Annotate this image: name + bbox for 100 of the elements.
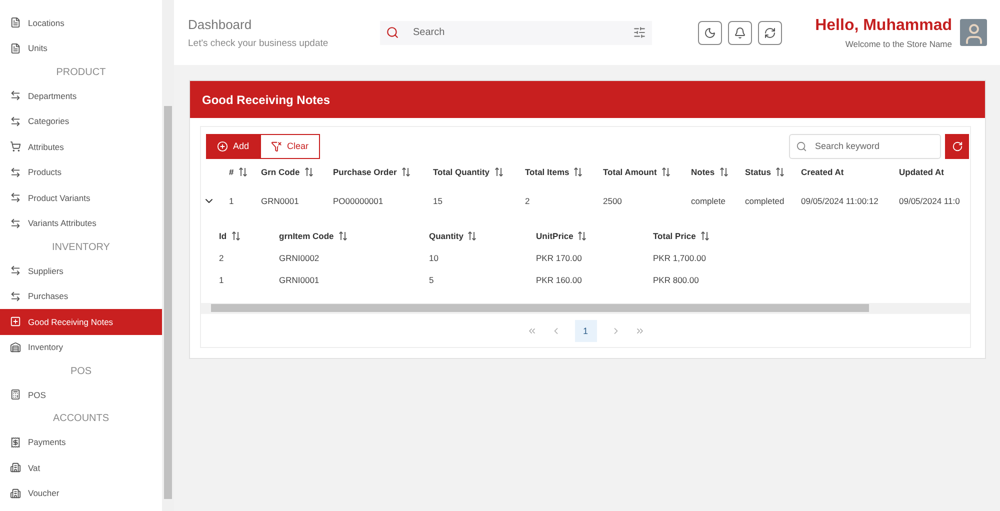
swap-arrows-icon bbox=[10, 90, 21, 102]
sort-icon[interactable] bbox=[467, 231, 478, 241]
sort-icon[interactable] bbox=[718, 167, 729, 177]
sidebar-item[interactable]: Good Receiving Notes bbox=[0, 309, 162, 334]
table-cell-text: PKR 1,700.00 bbox=[653, 253, 707, 263]
swap-arrows-icon bbox=[10, 166, 21, 178]
warehouse-icon bbox=[10, 342, 21, 353]
sidebar-item[interactable]: Units bbox=[0, 36, 162, 61]
plus-circle-icon bbox=[217, 140, 228, 152]
column-header: Total Items bbox=[525, 167, 570, 177]
sort-icon[interactable] bbox=[338, 231, 348, 241]
sidebar-item[interactable]: Locations bbox=[0, 10, 162, 36]
notifications-button[interactable] bbox=[728, 20, 752, 44]
sort-icon[interactable] bbox=[577, 231, 588, 241]
page-subtitle: Let's check your business update bbox=[188, 38, 330, 48]
column-header: Total Amount bbox=[603, 167, 657, 177]
sidebar-item-label: Locations bbox=[28, 18, 64, 28]
refresh-button[interactable] bbox=[758, 20, 782, 44]
sidebar-item-label: Suppliers bbox=[28, 266, 64, 276]
building-icon bbox=[10, 488, 21, 499]
sort-icon[interactable] bbox=[238, 167, 248, 177]
reload-button[interactable] bbox=[945, 134, 969, 158]
table-cell-text: PKR 800.00 bbox=[653, 275, 700, 285]
table-cell-text: 1 bbox=[229, 196, 235, 206]
sort-icon[interactable] bbox=[573, 167, 584, 177]
column-header: Total Price bbox=[653, 231, 696, 241]
sort-icon[interactable] bbox=[494, 167, 504, 177]
column-header: UnitPrice bbox=[536, 231, 574, 241]
sidebar-item[interactable]: Vat bbox=[0, 455, 162, 480]
search-input[interactable]: Search bbox=[411, 26, 621, 39]
sidebar-item[interactable]: Purchases bbox=[0, 284, 162, 309]
sidebar-section-title: INVENTORY bbox=[51, 240, 111, 254]
column-header: Notes bbox=[691, 167, 715, 177]
sort-icon[interactable] bbox=[304, 167, 314, 177]
welcome-text: Welcome to the Store Name bbox=[845, 38, 952, 48]
sort-icon[interactable] bbox=[700, 231, 710, 241]
swap-arrows-icon bbox=[10, 116, 21, 127]
table-cell-text: 15 bbox=[433, 196, 444, 206]
sidebar-item-label: Products bbox=[28, 167, 62, 178]
sort-icon[interactable] bbox=[230, 231, 241, 241]
table-cell-text: 2 bbox=[219, 253, 225, 263]
greeting: Hello, Muhammad bbox=[815, 16, 952, 34]
card-terminal-icon bbox=[10, 389, 21, 400]
page-title: Dashboard bbox=[188, 16, 253, 32]
document-icon bbox=[10, 42, 21, 54]
sidebar-item[interactable]: Inventory bbox=[0, 334, 162, 360]
table-cell-text: 1 bbox=[219, 275, 225, 285]
sidebar-item[interactable]: Voucher bbox=[0, 480, 162, 506]
sidebar-item-label: Vat bbox=[28, 462, 40, 473]
sidebar-item[interactable]: Categories bbox=[0, 108, 162, 134]
swap-arrows-icon bbox=[10, 265, 21, 276]
document-icon bbox=[10, 17, 21, 28]
table-cell-text: PO00000001 bbox=[333, 196, 384, 206]
sidebar-item[interactable]: Products bbox=[0, 160, 162, 185]
sort-icon[interactable] bbox=[400, 167, 411, 177]
sidebar-item-label: POS bbox=[28, 390, 46, 400]
table-cell-text: 5 bbox=[429, 275, 435, 285]
scrollbar-thumb[interactable] bbox=[164, 106, 172, 499]
dark-mode-button[interactable] bbox=[698, 20, 722, 44]
sidebar-item-label: Departments bbox=[28, 90, 77, 101]
table-cell-text: PKR 170.00 bbox=[536, 253, 583, 263]
sidebar-item[interactable]: Suppliers bbox=[0, 258, 162, 284]
column-header: Total Quantity bbox=[433, 167, 490, 177]
scrollbar-thumb[interactable] bbox=[211, 304, 869, 312]
page-button[interactable]: 1 bbox=[574, 320, 596, 342]
sidebar-item-label: Purchases bbox=[28, 291, 68, 302]
sidebar-item-label: Variants Attributes bbox=[28, 218, 96, 228]
plus-square-icon bbox=[10, 316, 21, 328]
sidebar-item[interactable]: Variants Attributes bbox=[0, 210, 162, 236]
receipt-icon bbox=[10, 436, 21, 448]
horizontal-scrollbar[interactable] bbox=[201, 303, 970, 313]
sidebar-item-label: Product Variants bbox=[28, 192, 90, 203]
sidebar-section-title: ACCOUNTS bbox=[52, 412, 110, 426]
sidebar-item-label: Units bbox=[28, 43, 48, 54]
column-header: # bbox=[229, 167, 234, 177]
swap-arrows-icon bbox=[10, 218, 21, 229]
keyword-search-bar[interactable]: Search keyword bbox=[789, 134, 941, 158]
swap-arrows-icon bbox=[10, 192, 21, 204]
filter-sliders-icon[interactable] bbox=[633, 26, 646, 39]
sidebar-item-label: Good Receiving Notes bbox=[28, 316, 114, 327]
column-header: Quantity bbox=[429, 231, 464, 241]
search-bar[interactable]: Search bbox=[380, 20, 652, 44]
sidebar-item[interactable]: Product Variants bbox=[0, 185, 162, 210]
clear-button[interactable]: Clear bbox=[260, 134, 320, 158]
sidebar-item[interactable]: Attributes bbox=[0, 134, 162, 160]
sidebar-item[interactable]: Payments bbox=[0, 430, 162, 455]
sort-icon[interactable] bbox=[774, 167, 785, 177]
column-header: Grn Code bbox=[261, 167, 300, 177]
table-cell-text: complete bbox=[691, 196, 726, 206]
sidebar-item[interactable]: POS bbox=[0, 382, 162, 408]
cart-icon bbox=[10, 141, 21, 152]
sidebar-item[interactable]: Departments bbox=[0, 83, 162, 108]
reload-icon bbox=[952, 140, 962, 152]
sort-icon[interactable] bbox=[660, 167, 671, 177]
keyword-search-input[interactable]: Search keyword bbox=[813, 140, 934, 152]
scrollbar-track[interactable] bbox=[162, 0, 174, 511]
table-cell-text: GRNI0002 bbox=[279, 253, 320, 263]
table-cell-text: 09/05/2024 11:00:12 bbox=[801, 196, 880, 206]
add-button[interactable]: Add bbox=[206, 134, 260, 158]
card-title: Good Receiving Notes bbox=[190, 81, 985, 118]
